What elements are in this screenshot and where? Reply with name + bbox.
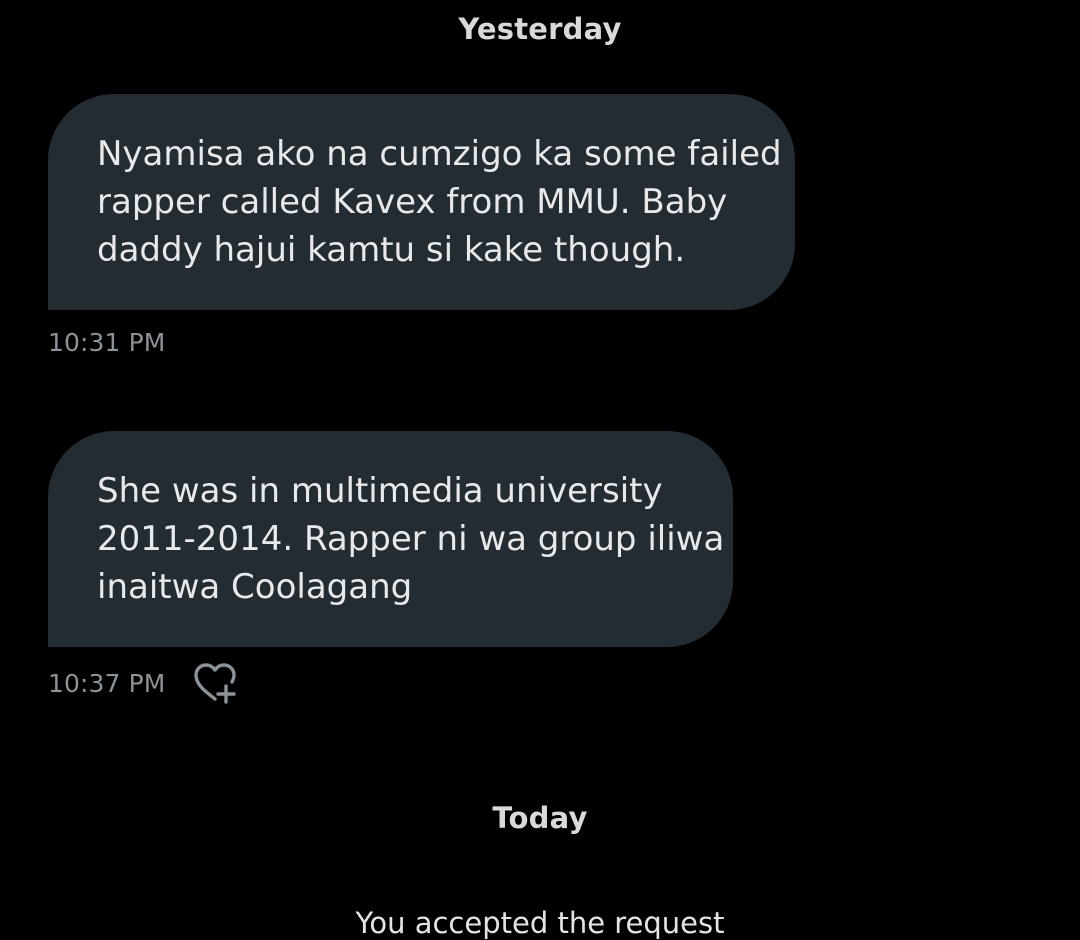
message-bubble[interactable]: She was in multimedia university 2011-20… [48, 431, 733, 647]
message-timestamp: 10:37 PM [48, 668, 166, 698]
message-text-line: 2011-2014. Rapper ni wa group iliwa [97, 519, 725, 559]
message-meta: 10:37 PM [48, 661, 239, 705]
message-meta: 10:31 PM [48, 328, 165, 357]
message-bubble[interactable]: Nyamisa ako na cumzigo ka some failed ra… [48, 94, 795, 310]
message-text-line: inaitwa Coolagang [97, 567, 413, 607]
date-separator-yesterday: Yesterday [458, 12, 622, 46]
message-timestamp: 10:31 PM [48, 328, 166, 357]
message-text-line: daddy hajui kamtu si kake though. [97, 230, 686, 270]
message-text-line: Nyamisa ako na cumzigo ka some failed [97, 134, 782, 174]
message-text-line: rapper called Kavex from MMU. Baby [97, 182, 728, 222]
heart-plus-icon[interactable] [191, 661, 239, 705]
message-text-line: She was in multimedia university [97, 471, 663, 511]
system-message: You accepted the request [355, 906, 725, 940]
date-separator-today: Today [492, 801, 588, 835]
